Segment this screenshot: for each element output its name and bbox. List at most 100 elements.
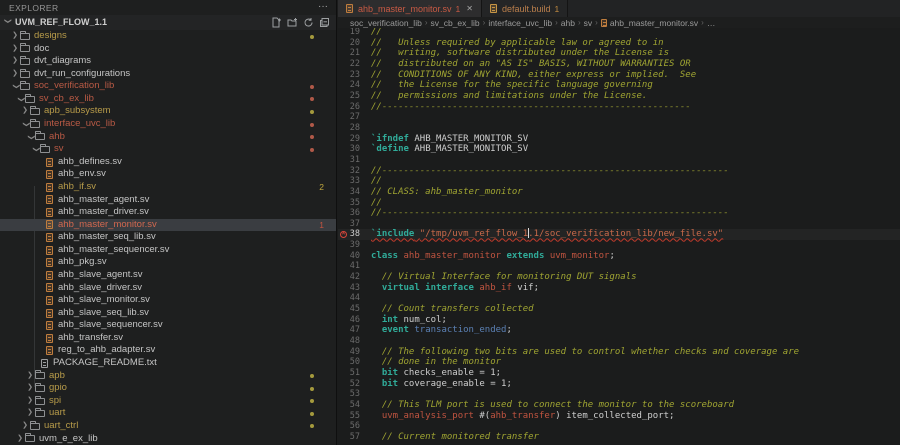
tree-item-sv_cb_ex_lib[interactable]: ❯sv_cb_ex_lib [0,93,336,106]
breadcrumb-item[interactable]: interface_uvc_lib [488,18,552,28]
tree-item-dvt_run_configurations[interactable]: ❯dvt_run_configurations [0,68,336,81]
new-folder-icon[interactable] [286,16,299,29]
code-line-57[interactable]: 57 // Current monitored transfer [338,432,900,443]
breadcrumb-item[interactable]: sv [584,18,593,28]
tree-item-sv[interactable]: ❯sv [0,143,336,156]
code-line-38[interactable]: ✕38`include "/tmp/uvm_ref_flow_1.1/soc_v… [338,229,900,240]
code-line-30[interactable]: 30`define AHB_MASTER_MONITOR_SV [338,144,900,155]
tree-item-PACKAGE_README.txt[interactable]: PACKAGE_README.txt [0,357,336,370]
tree-item-dvt_diagrams[interactable]: ❯dvt_diagrams [0,55,336,68]
code-line-27[interactable]: 27 [338,112,900,123]
code-line-34[interactable]: 34// CLASS: ahb_master_monitor [338,187,900,198]
tree-item-designs[interactable]: ❯designs [0,30,336,43]
close-icon[interactable]: ✕ [466,4,473,13]
code-line-41[interactable]: 41 [338,261,900,272]
tree-item-ahb_master_monitor.sv[interactable]: ahb_master_monitor.sv1 [0,219,336,232]
tree-item-reg_to_ahb_adapter.sv[interactable]: reg_to_ahb_adapter.sv [0,344,336,357]
code-line-49[interactable]: 49 // The following two bits are used to… [338,347,900,358]
code-line-32[interactable]: 32//------------------------------------… [338,166,900,177]
code-line-20[interactable]: 20// Unless required by applicable law o… [338,38,900,49]
code-line-43[interactable]: 43 virtual interface ahb_if vif; [338,283,900,294]
tab-default-build[interactable]: default.build 1 [482,0,568,17]
workspace-root-row[interactable]: ❯ UVM_REF_FLOW_1.1 [0,15,336,30]
code-line-51[interactable]: 51 bit checks_enable = 1; [338,368,900,379]
code-line-33[interactable]: 33// [338,176,900,187]
breadcrumb-item[interactable]: sv_cb_ex_lib [431,18,480,28]
tree-item-apb_subsystem[interactable]: ❯apb_subsystem [0,105,336,118]
tree-item-ahb_master_seq_lib.sv[interactable]: ahb_master_seq_lib.sv [0,231,336,244]
code-line-48[interactable]: 48 [338,336,900,347]
tree-item-uart[interactable]: ❯uart [0,407,336,420]
chevron-right-icon[interactable]: ❯ [11,30,19,43]
code-line-36[interactable]: 36//------------------------------------… [338,208,900,219]
tree-item-apb[interactable]: ❯apb [0,370,336,383]
tree-item-uart_ctrl[interactable]: ❯uart_ctrl [0,420,336,433]
code-line-24[interactable]: 24// the License for the specific langua… [338,80,900,91]
code-line-47[interactable]: 47 event transaction_ended; [338,325,900,336]
code-line-39[interactable]: 39 [338,240,900,251]
code-line-37[interactable]: 37 [338,219,900,230]
chevron-right-icon[interactable]: ❯ [11,55,19,68]
code-line-35[interactable]: 35// [338,198,900,209]
code-editor[interactable]: 19//20// Unless required by applicable l… [338,27,900,445]
code-line-19[interactable]: 19// [338,27,900,38]
tree-item-doc[interactable]: ❯doc [0,43,336,56]
chevron-right-icon[interactable]: ❯ [21,105,29,118]
tree-item-ahb_slave_seq_lib.sv[interactable]: ahb_slave_seq_lib.sv [0,307,336,320]
code-line-52[interactable]: 52 bit coverage_enable = 1; [338,379,900,390]
code-line-53[interactable]: 53 [338,389,900,400]
breadcrumb-item[interactable]: ahb [561,18,575,28]
chevron-right-icon[interactable]: ❯ [26,395,34,408]
tree-item-ahb[interactable]: ❯ahb [0,131,336,144]
tree-item-ahb_pkg.sv[interactable]: ahb_pkg.sv [0,256,336,269]
code-line-23[interactable]: 23// CONDITIONS OF ANY KIND, either expr… [338,70,900,81]
breadcrumb-item[interactable]: … [707,18,716,28]
breadcrumb-item[interactable]: ahb_master_monitor.sv [610,18,698,28]
code-line-26[interactable]: 26//------------------------------------… [338,102,900,113]
tree-item-ahb_master_agent.sv[interactable]: ahb_master_agent.sv [0,194,336,207]
tree-item-ahb_slave_monitor.sv[interactable]: ahb_slave_monitor.sv [0,294,336,307]
tree-item-interface_uvc_lib[interactable]: ❯interface_uvc_lib [0,118,336,131]
code-line-31[interactable]: 31 [338,155,900,166]
tree-item-ahb_master_driver.sv[interactable]: ahb_master_driver.sv [0,206,336,219]
code-line-28[interactable]: 28 [338,123,900,134]
tree-item-ahb_slave_sequencer.sv[interactable]: ahb_slave_sequencer.sv [0,319,336,332]
chevron-right-icon[interactable]: ❯ [11,43,19,56]
refresh-icon[interactable] [302,16,315,29]
code-line-40[interactable]: 40class ahb_master_monitor extends uvm_m… [338,251,900,262]
tree-item-ahb_slave_agent.sv[interactable]: ahb_slave_agent.sv [0,269,336,282]
explorer-more-actions-icon[interactable]: ··· [318,1,328,12]
code-line-46[interactable]: 46 int num_col; [338,315,900,326]
tree-item-soc_verification_lib[interactable]: ❯soc_verification_lib [0,80,336,93]
code-line-22[interactable]: 22// distributed on an "AS IS" BASIS, WI… [338,59,900,70]
chevron-right-icon[interactable]: ❯ [11,68,19,81]
new-file-icon[interactable] [270,16,283,29]
chevron-right-icon[interactable]: ❯ [26,370,34,383]
code-line-50[interactable]: 50 // done in the monitor [338,357,900,368]
tree-item-spi[interactable]: ❯spi [0,395,336,408]
code-line-45[interactable]: 45 // Count transfers collected [338,304,900,315]
code-line-21[interactable]: 21// writing, software distributed under… [338,48,900,59]
breadcrumb-item[interactable]: soc_verification_lib [350,18,422,28]
code-line-44[interactable]: 44 [338,293,900,304]
tree-item-ahb_env.sv[interactable]: ahb_env.sv [0,168,336,181]
chevron-right-icon[interactable]: ❯ [21,420,29,433]
tree-item-ahb_if.sv[interactable]: ahb_if.sv2 [0,181,336,194]
collapse-all-icon[interactable] [318,16,331,29]
tree-item-uvm_e_ex_lib[interactable]: ❯uvm_e_ex_lib [0,433,336,445]
code-line-56[interactable]: 56 [338,421,900,432]
tree-item-ahb_slave_driver.sv[interactable]: ahb_slave_driver.sv [0,282,336,295]
tab-ahb-master-monitor[interactable]: ahb_master_monitor.sv 1 ✕ [338,0,482,17]
code-line-54[interactable]: 54 // This TLM port is used to connect t… [338,400,900,411]
chevron-right-icon[interactable]: ❯ [26,407,34,420]
code-line-29[interactable]: 29`ifndef AHB_MASTER_MONITOR_SV [338,134,900,145]
tree-item-ahb_defines.sv[interactable]: ahb_defines.sv [0,156,336,169]
chevron-right-icon[interactable]: ❯ [16,433,24,445]
code-line-55[interactable]: 55 uvm_analysis_port #(ahb_transfer) ite… [338,411,900,422]
code-line-42[interactable]: 42 // Virtual Interface for monitoring D… [338,272,900,283]
code-line-25[interactable]: 25// permissions and limitations under t… [338,91,900,102]
tree-item-ahb_master_sequencer.sv[interactable]: ahb_master_sequencer.sv [0,244,336,257]
tree-item-ahb_transfer.sv[interactable]: ahb_transfer.sv [0,332,336,345]
chevron-right-icon[interactable]: ❯ [26,382,34,395]
tree-item-gpio[interactable]: ❯gpio [0,382,336,395]
